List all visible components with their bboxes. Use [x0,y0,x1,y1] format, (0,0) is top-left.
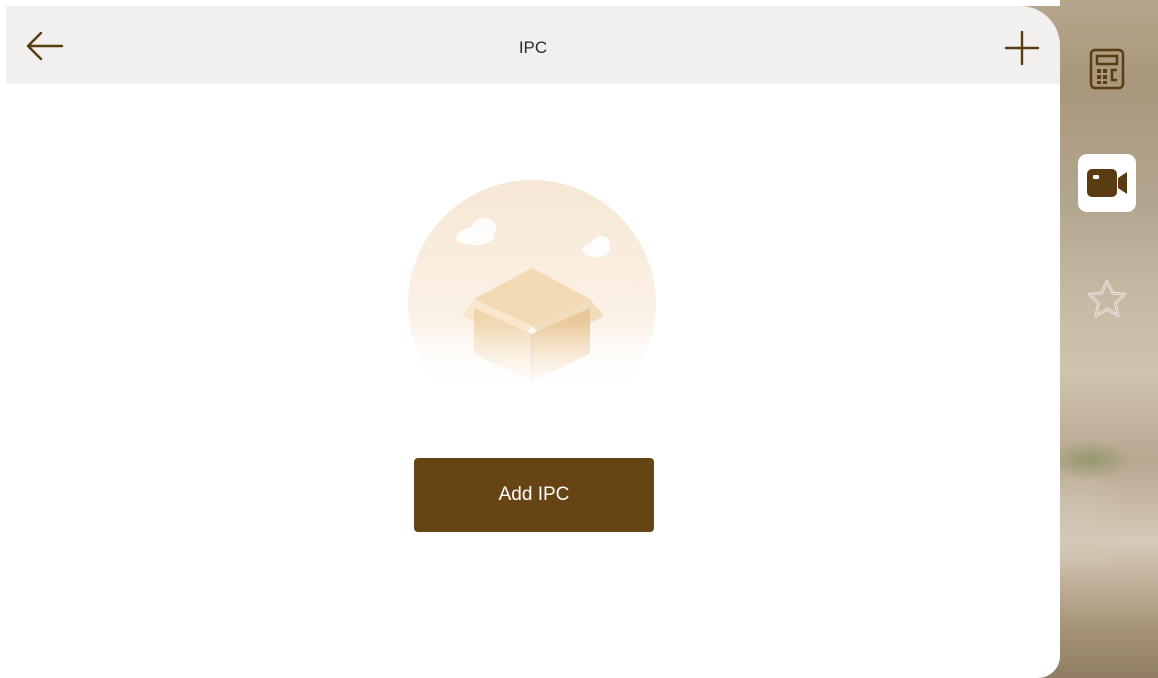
side-item-ipc[interactable] [1078,154,1136,212]
video-camera-icon [1087,169,1127,197]
empty-box-illustration [404,180,660,396]
plus-icon [1004,30,1040,66]
header-bar: IPC [6,6,1060,84]
star-icon [1087,279,1127,318]
app-screen: IPC Add IPC [0,0,1158,678]
back-button[interactable] [22,26,66,66]
calculator-icon [1089,48,1125,90]
side-item-favorites[interactable] [1078,270,1136,328]
side-panel [1062,0,1158,678]
arrow-left-icon [26,31,64,61]
page-title: IPC [518,38,548,57]
side-item-calculator[interactable] [1078,40,1136,98]
main-card: IPC Add IPC [6,6,1060,678]
add-ipc-button[interactable]: Add IPC [414,458,654,532]
add-device-button[interactable] [1000,26,1044,70]
